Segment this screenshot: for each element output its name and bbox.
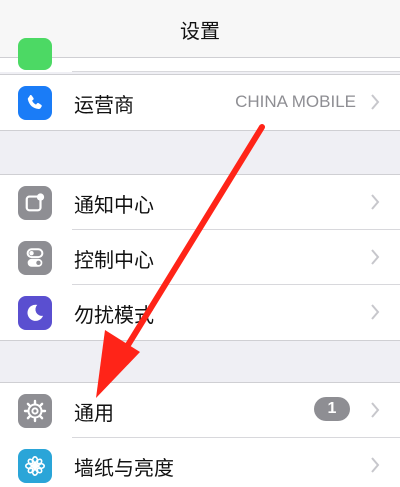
chevron-right-icon	[371, 194, 380, 210]
settings-row-general[interactable]: 通用 1	[0, 383, 400, 438]
navigation-bar: 设置	[0, 0, 400, 58]
settings-row-do-not-disturb[interactable]: 勿扰模式	[0, 285, 400, 340]
general-group: 通用 1 墙纸与亮度	[0, 382, 400, 487]
chevron-right-icon	[371, 249, 380, 265]
row-label: 通用	[74, 401, 114, 425]
control-group: 通知中心 控制中心 勿扰模式	[0, 174, 400, 341]
chevron-right-icon	[371, 457, 380, 473]
update-count-badge: 1	[314, 397, 350, 421]
partially-hidden-row[interactable]	[0, 38, 400, 72]
carrier-group: 运营商 CHINA MOBILE	[0, 74, 400, 131]
phone-icon	[18, 86, 52, 120]
settings-row-notification-center[interactable]: 通知中心	[0, 175, 400, 230]
settings-row-control-center[interactable]: 控制中心	[0, 230, 400, 285]
settings-row-carrier[interactable]: 运营商 CHINA MOBILE	[0, 75, 400, 130]
carrier-value: CHINA MOBILE	[235, 92, 356, 111]
row-label: 勿扰模式	[74, 303, 154, 327]
chevron-right-icon	[371, 402, 380, 418]
moon-icon	[18, 296, 52, 330]
chevron-right-icon	[371, 304, 380, 320]
settings-screen: 设置 运营商 CHINA MOBILE 通知中心 控制中心 勿扰模式 通用 1 …	[0, 0, 400, 487]
notification-center-icon	[18, 186, 52, 220]
gear-icon	[18, 394, 52, 428]
page-title: 设置	[180, 19, 220, 43]
row-label: 墙纸与亮度	[74, 456, 174, 480]
settings-row-wallpaper[interactable]: 墙纸与亮度	[0, 438, 400, 487]
row-divider	[72, 71, 400, 72]
control-center-icon	[18, 241, 52, 275]
row-label: 通知中心	[74, 193, 154, 217]
row-label: 控制中心	[74, 248, 154, 272]
partial-app-icon	[18, 38, 52, 70]
flower-icon	[18, 449, 52, 483]
chevron-right-icon	[371, 94, 380, 110]
row-label: 运营商	[74, 93, 134, 117]
